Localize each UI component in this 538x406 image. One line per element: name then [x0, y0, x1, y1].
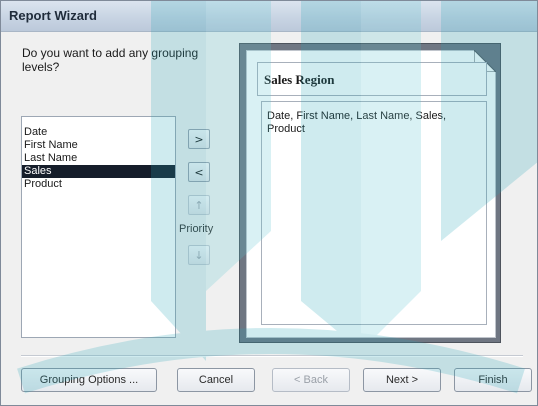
remove-level-button[interactable]: < — [188, 162, 210, 182]
grouping-options-button[interactable]: Grouping Options ... — [21, 368, 157, 392]
window-title: Report Wizard — [9, 8, 97, 23]
group-level-label: Sales Region — [264, 72, 335, 87]
add-level-button[interactable]: > — [188, 129, 210, 149]
priority-down-button[interactable]: ↓ — [188, 245, 210, 265]
finish-button[interactable]: Finish — [454, 368, 532, 392]
priority-up-button[interactable]: ↑ — [188, 195, 210, 215]
detail-fields-box: Date, First Name, Last Name, Sales, Prod… — [261, 101, 487, 325]
back-button[interactable]: < Back — [272, 368, 350, 392]
report-preview: Sales Region Date, First Name, Last Name… — [239, 43, 501, 343]
detail-fields-text: Date, First Name, Last Name, Sales, Prod… — [267, 110, 447, 135]
field-list-item[interactable]: Last Name — [22, 152, 175, 165]
field-list-item[interactable]: Sales — [22, 165, 175, 178]
preview-page: Sales Region Date, First Name, Last Name… — [246, 50, 496, 338]
cancel-button[interactable]: Cancel — [177, 368, 255, 392]
field-list-item[interactable]: Date — [22, 126, 175, 139]
title-bar[interactable]: Report Wizard — [1, 1, 537, 32]
footer-divider — [21, 355, 523, 357]
field-list-item[interactable]: First Name — [22, 139, 175, 152]
group-header-box: Sales Region — [257, 62, 487, 96]
next-button[interactable]: Next > — [363, 368, 441, 392]
available-fields-list[interactable]: Date First Name Last Name Sales Product — [21, 116, 176, 338]
priority-label: Priority — [179, 223, 214, 235]
field-list-item[interactable]: Product — [22, 178, 175, 191]
grouping-question: Do you want to add any grouping levels? — [22, 46, 199, 74]
report-wizard-window: Report Wizard Do you want to add any gro… — [0, 0, 538, 406]
